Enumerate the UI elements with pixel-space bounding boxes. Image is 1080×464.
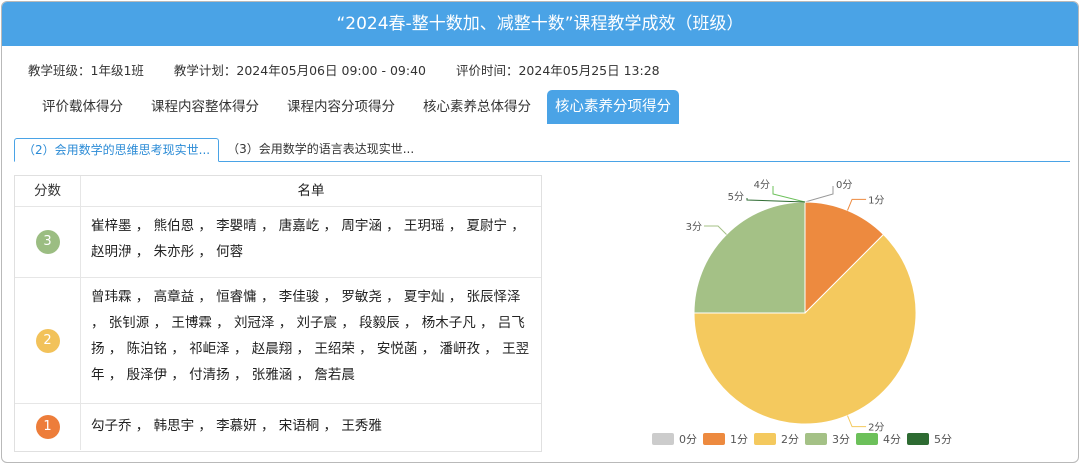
legend-label-1[interactable]: 1分 xyxy=(730,433,748,446)
score-badge: 2 xyxy=(35,328,60,353)
course-effect-panel: “2024春-整十数加、减整十数”课程教学成效（班级） 教学班级：1年级1班 教… xyxy=(1,1,1079,463)
name-list: 曾玮霖 ， 高章益 ， 恒睿慵 ， 李佳骏 ， 罗敏尧 ， 夏宇灿 ， 张辰怿泽… xyxy=(91,289,530,383)
pie-label-1: 1分 xyxy=(868,194,884,206)
legend-label-3[interactable]: 3分 xyxy=(832,433,850,446)
pie-leader-0 xyxy=(804,186,834,203)
table-row: 2 曾玮霖 ， 高章益 ， 恒睿慵 ， 李佳骏 ， 罗敏尧 ， 夏宇灿 ， 张辰… xyxy=(15,278,541,404)
legend-swatch-0[interactable] xyxy=(652,433,674,445)
pie-leader-3 xyxy=(704,225,727,235)
score-table: 分数 名单 3 崔梓墨 ， 熊伯恩 ， 李嬰晴 ， 唐嘉屹 ， 周宇涵 ， 王玥… xyxy=(14,175,542,452)
legend-label-5[interactable]: 5分 xyxy=(934,433,952,446)
pie-label-3: 3分 xyxy=(686,221,702,233)
header-score: 分数 xyxy=(15,176,81,206)
legend-label-4[interactable]: 4分 xyxy=(883,433,901,446)
header-names: 名单 xyxy=(297,183,325,199)
table-header: 分数 名单 xyxy=(15,176,541,207)
legend-swatch-1[interactable] xyxy=(703,433,725,445)
table-row: 1 勾子乔 ， 韩思宇 ， 李慕妍 ， 宋语桐 ， 王秀雅 xyxy=(15,404,541,450)
name-list: 崔梓墨 ， 熊伯恩 ， 李嬰晴 ， 唐嘉屹 ， 周宇涵 ， 王玥瑶 ， 夏尉宁 … xyxy=(91,218,525,260)
meta-info: 教学班级：1年级1班 教学计划：2024年05月06日 09:00 - 09:4… xyxy=(28,60,686,79)
main-tabs: 评价载体得分 课程内容整体得分 课程内容分项得分 核心素养总体得分 核心素养分项… xyxy=(28,90,679,124)
name-list: 勾子乔 ， 韩思宇 ， 李慕妍 ， 宋语桐 ， 王秀雅 xyxy=(91,418,382,434)
pie-slice-3[interactable] xyxy=(693,201,806,314)
tab-content-item[interactable]: 课程内容分项得分 xyxy=(273,90,409,124)
legend-label-2[interactable]: 2分 xyxy=(781,433,799,446)
pie-label-4: 4分 xyxy=(754,179,770,191)
score-badge: 3 xyxy=(35,230,60,254)
score-pie-chart: 0分 1分 2分 3分 4分 5分 0分 1分 2分 3分 4分 5分 xyxy=(622,172,982,458)
tab-literacy-item[interactable]: 核心素养分项得分 xyxy=(547,90,679,124)
subtab-language[interactable]: （3）会用数学的语言表达现实世... xyxy=(219,138,422,161)
teaching-class: 教学班级：1年级1班 xyxy=(28,63,144,78)
legend-swatch-3[interactable] xyxy=(805,433,827,445)
tab-literacy-overall[interactable]: 核心素养总体得分 xyxy=(409,90,545,124)
pie-svg: 0分 1分 2分 3分 4分 5分 0分 1分 2分 3分 4分 5分 xyxy=(652,179,952,446)
subtab-thinking[interactable]: （2）会用数学的思维思考现实世... xyxy=(14,138,220,162)
pie-leader-2 xyxy=(847,415,867,428)
evaluation-time: 评价时间：2024年05月25日 13:28 xyxy=(455,63,660,78)
teaching-plan: 教学计划：2024年05月06日 09:00 - 09:40 xyxy=(173,63,426,78)
pie-leader-1 xyxy=(847,198,867,211)
table-row: 3 崔梓墨 ， 熊伯恩 ， 李嬰晴 ， 唐嘉屹 ， 周宇涵 ， 王玥瑶 ， 夏尉… xyxy=(15,207,541,278)
legend-swatch-4[interactable] xyxy=(856,433,878,445)
score-badge: 1 xyxy=(35,415,60,439)
sub-tabs: （2）会用数学的思维思考现实世... （3）会用数学的语言表达现实世... xyxy=(14,138,1070,162)
pie-label-5: 5分 xyxy=(728,191,744,203)
pie-label-0: 0分 xyxy=(836,179,852,191)
tab-carrier-score[interactable]: 评价载体得分 xyxy=(28,90,137,124)
legend-swatch-5[interactable] xyxy=(907,433,929,445)
pie-label-2: 2分 xyxy=(868,422,884,434)
tab-content-overall[interactable]: 课程内容整体得分 xyxy=(137,90,273,124)
legend-label-0[interactable]: 0分 xyxy=(679,433,697,446)
pie-leader-4 xyxy=(772,186,806,203)
legend-swatch-2[interactable] xyxy=(754,433,776,445)
page-title: “2024春-整十数加、减整十数”课程教学成效（班级） xyxy=(2,2,1078,46)
